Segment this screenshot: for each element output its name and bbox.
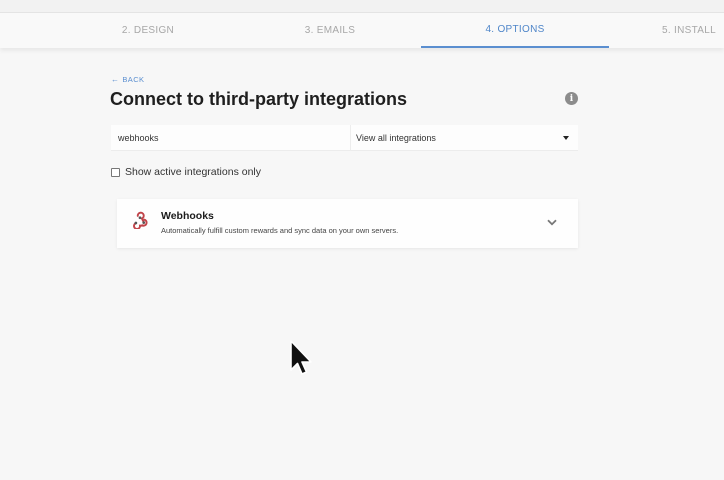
step-options[interactable]: 4. OPTIONS [421, 13, 609, 48]
caret-down-icon [563, 136, 569, 140]
active-only-label: Show active integrations only [125, 166, 261, 178]
chevron-down-icon[interactable] [547, 219, 557, 226]
mouse-cursor-icon [290, 340, 312, 375]
back-link[interactable]: ← BACK [111, 75, 144, 84]
filter-row: View all integrations [111, 125, 578, 151]
integration-filter-select[interactable]: View all integrations [350, 125, 578, 151]
browser-top-strip [0, 0, 724, 12]
integration-card-webhooks[interactable]: Webhooks Automatically fulfill custom re… [117, 199, 578, 248]
integration-description: Automatically fulfill custom rewards and… [161, 226, 399, 235]
active-only-checkbox[interactable] [111, 167, 120, 177]
integration-title: Webhooks [161, 210, 214, 222]
select-value: View all integrations [356, 132, 436, 143]
step-design[interactable]: 2. DESIGN [88, 13, 208, 48]
info-icon[interactable]: i [565, 92, 578, 105]
step-emails[interactable]: 3. EMAILS [270, 13, 390, 48]
back-label: BACK [122, 75, 145, 84]
page-title: Connect to third-party integrations [110, 89, 407, 109]
webhook-icon [133, 211, 148, 229]
active-only-toggle[interactable]: Show active integrations only [111, 166, 261, 178]
search-input[interactable] [111, 125, 350, 151]
wizard-steps-bar: 2. DESIGN 3. EMAILS 4. OPTIONS 5. INSTAL… [0, 12, 724, 48]
step-install[interactable]: 5. INSTALL [662, 13, 724, 48]
arrow-left-icon: ← [111, 75, 120, 84]
